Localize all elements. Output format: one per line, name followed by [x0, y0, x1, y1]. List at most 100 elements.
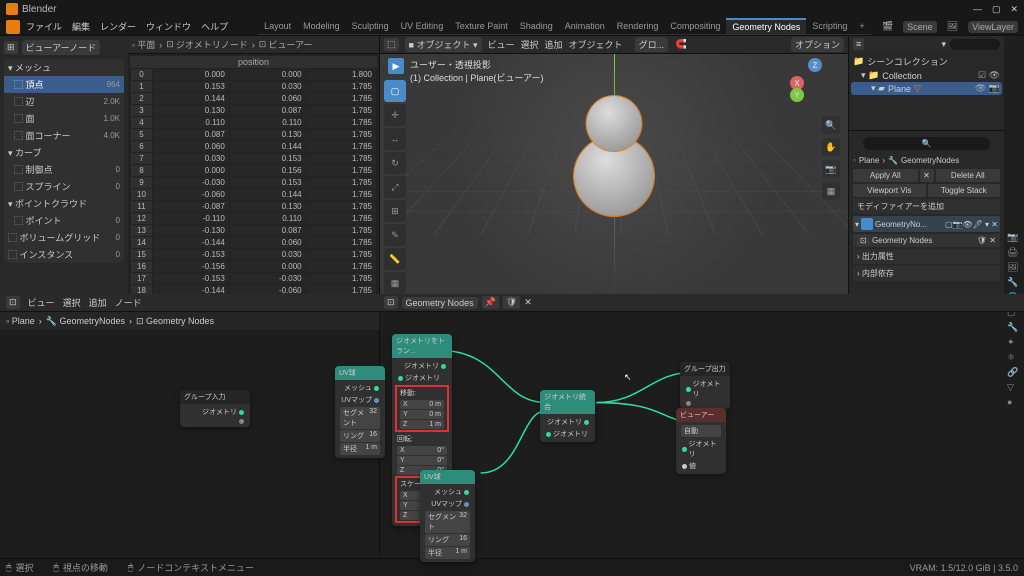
workspace-tab[interactable]: Geometry Nodes — [726, 18, 806, 34]
delete-all-button[interactable]: Delete All — [936, 169, 1001, 182]
category-row[interactable]: ⬚ 面コーナー4.0K — [4, 127, 124, 144]
outliner-search[interactable] — [950, 39, 1000, 50]
workspace-tab[interactable]: Scripting — [806, 19, 853, 33]
category-row[interactable]: ⬚ ポイント0 — [4, 212, 124, 229]
nav-gizmo[interactable]: X Y Z — [790, 58, 840, 108]
tool-measure[interactable]: 📏 — [384, 248, 406, 270]
breadcrumb-plane[interactable]: ▫ 平面 — [132, 38, 155, 51]
tab-view-icon[interactable]: 🖼 — [1007, 262, 1021, 273]
modifier-geometry-nodes[interactable]: ▾ GeometryNo...▢📷👁🖊 ▾ ✕ — [853, 216, 1000, 232]
tool-add[interactable]: ▦ — [384, 272, 406, 294]
ne-menu-select[interactable]: 選択 — [63, 296, 81, 309]
workspace-tab[interactable]: Sculpting — [346, 19, 395, 33]
category-row[interactable]: ⬚ 面1.0K — [4, 110, 124, 127]
minimize-icon[interactable]: — — [973, 4, 982, 15]
node-viewer[interactable]: ビューアー 自動 ジオメトリ 値 — [676, 408, 726, 474]
category-row[interactable]: ▾ ポイントクラウド — [4, 195, 124, 212]
options-dropdown[interactable]: オプション — [791, 37, 844, 52]
breadcrumb-viewer[interactable]: ⊡ ビューアー — [259, 38, 313, 51]
tool-cursor[interactable]: ✛ — [384, 104, 406, 126]
node-tree-close-icon[interactable]: ✕ — [524, 297, 532, 308]
zoom-icon[interactable]: 🔍 — [822, 116, 840, 134]
tool-annotate[interactable]: ✎ — [384, 224, 406, 246]
internal-deps-section[interactable]: › 内部依存 — [853, 266, 1000, 281]
viewlayer-select[interactable]: ViewLayer — [968, 21, 1018, 33]
menu-edit[interactable]: 編集 — [72, 20, 90, 33]
shield-icon[interactable]: 🛡 — [503, 296, 520, 309]
node-tree-icon[interactable]: ⊡ — [384, 296, 398, 309]
tool-scale[interactable]: ⤢ — [384, 176, 406, 198]
tool-transform[interactable]: ⊞ — [384, 200, 406, 222]
mode-select[interactable]: ■ オブジェクト ▾ — [405, 37, 482, 52]
workspace-tab[interactable]: Layout — [258, 19, 297, 33]
hand-icon[interactable]: ✋ — [822, 138, 840, 156]
filter-icon[interactable]: ▾ — [941, 39, 946, 50]
3d-viewport[interactable]: ⬚ ■ オブジェクト ▾ ビュー 選択 追加 オブジェクト グロ... 🧲 オプ… — [380, 36, 849, 294]
outliner-icon[interactable]: ≡ — [853, 38, 864, 50]
tool-move[interactable]: ↔ — [384, 128, 406, 150]
workspace-tab[interactable]: Modeling — [297, 19, 346, 33]
spreadsheet-icon[interactable]: ⊞ — [4, 41, 18, 54]
nbc-plane[interactable]: ▫ Plane — [6, 316, 35, 326]
props-bc-plane[interactable]: Plane — [859, 156, 879, 165]
category-row[interactable]: ⬚ ボリュームグリッド0 — [4, 229, 124, 246]
scene-select[interactable]: Scene — [903, 21, 937, 33]
vp-menu-object[interactable]: オブジェクト — [569, 38, 623, 51]
workspace-tab[interactable]: Shading — [514, 19, 559, 33]
menu-help[interactable]: ヘルプ — [201, 20, 228, 33]
node-uv-sphere-2[interactable]: UV球 メッシュ UVマップ セグメント32 リング16 半径1 m — [420, 470, 475, 562]
pin-icon[interactable]: 📌 — [482, 296, 499, 309]
nbc-gn[interactable]: 🔧 GeometryNodes — [46, 316, 125, 327]
maximize-icon[interactable]: ▢ — [992, 4, 1001, 15]
collection-row[interactable]: ▾ 📁 Collection☑ 👁 — [851, 69, 1002, 82]
apply-close-icon[interactable]: ✕ — [920, 169, 934, 182]
nbc-gn2[interactable]: ⊡ Geometry Nodes — [136, 316, 214, 327]
tab-render-icon[interactable]: 📷 — [1007, 232, 1021, 243]
persp-icon[interactable]: ▦ — [822, 182, 840, 200]
tool-rotate[interactable]: ↻ — [384, 152, 406, 174]
menu-file[interactable]: ファイル — [26, 20, 62, 33]
add-modifier-dropdown[interactable]: モディファイアーを追加 — [853, 199, 1000, 214]
node-tree-name[interactable]: Geometry Nodes — [872, 236, 932, 245]
category-row[interactable]: ▾ メッシュ — [4, 59, 124, 76]
workspace-add[interactable]: + — [853, 19, 870, 33]
menu-render[interactable]: レンダー — [100, 20, 136, 33]
category-row[interactable]: ⬚ スプライン0 — [4, 178, 124, 195]
toggle-stack-button[interactable]: Toggle Stack — [928, 184, 1001, 197]
vp-menu-select[interactable]: 選択 — [521, 38, 539, 51]
tool-select[interactable]: ▢ — [384, 80, 406, 102]
workspace-tab[interactable]: Animation — [559, 19, 611, 33]
node-editor-icon[interactable]: ⊡ — [6, 296, 20, 309]
props-search[interactable]: 🔍 — [863, 137, 990, 150]
ne-menu-node[interactable]: ノード — [115, 296, 142, 309]
menu-window[interactable]: ウィンドウ — [146, 20, 191, 33]
scene-collection-row[interactable]: 📁 シーンコレクション — [851, 54, 1002, 69]
category-row[interactable]: ⬚ 制御点0 — [4, 161, 124, 178]
window-controls[interactable]: — ▢ ✕ — [973, 4, 1018, 15]
category-row[interactable]: ▾ カーブ — [4, 144, 124, 161]
ne-menu-add[interactable]: 追加 — [89, 296, 107, 309]
category-row[interactable]: ⬚ 辺2.0K — [4, 93, 124, 110]
workspace-tab[interactable]: Texture Paint — [449, 19, 514, 33]
close-icon[interactable]: ✕ — [1010, 4, 1018, 15]
tab-scene-icon[interactable]: 🔧 — [1007, 277, 1021, 288]
camera-icon[interactable]: 📷 — [822, 160, 840, 178]
node-group-output[interactable]: グループ出力 ジオメトリ — [680, 362, 730, 409]
props-bc-gn[interactable]: GeometryNodes — [901, 156, 959, 165]
category-row[interactable]: ⬚ インスタンス0 — [4, 246, 124, 263]
workspace-tab[interactable]: Rendering — [611, 19, 665, 33]
category-row[interactable]: ⬚ 頂点964 — [4, 76, 124, 93]
workspace-tab[interactable]: UV Editing — [395, 19, 450, 33]
node-join-geometry[interactable]: ジオメトリ統合 ジオメトリ ジオメトリ — [540, 390, 595, 442]
editor-type-icon[interactable]: ⬚ — [384, 38, 399, 51]
output-attributes-section[interactable]: › 出力属性 — [853, 249, 1000, 264]
node-tree-select[interactable]: Geometry Nodes — [402, 297, 478, 309]
plane-row[interactable]: ▾ ▰ Plane ▽👁 📷 — [851, 82, 1002, 95]
node-uv-sphere-1[interactable]: UV球 メッシュ UVマップ セグメント32 リング16 半径1 m — [335, 366, 385, 458]
vp-menu-add[interactable]: 追加 — [545, 38, 563, 51]
workspace-tab[interactable]: Compositing — [664, 19, 726, 33]
ne-menu-view[interactable]: ビュー — [28, 296, 55, 309]
node-group-input[interactable]: グループ入力 ジオメトリ — [180, 390, 250, 427]
breadcrumb-geonodes[interactable]: ⊡ ジオメトリノード — [166, 38, 248, 51]
snap-icon[interactable]: 🧲 — [674, 38, 688, 52]
